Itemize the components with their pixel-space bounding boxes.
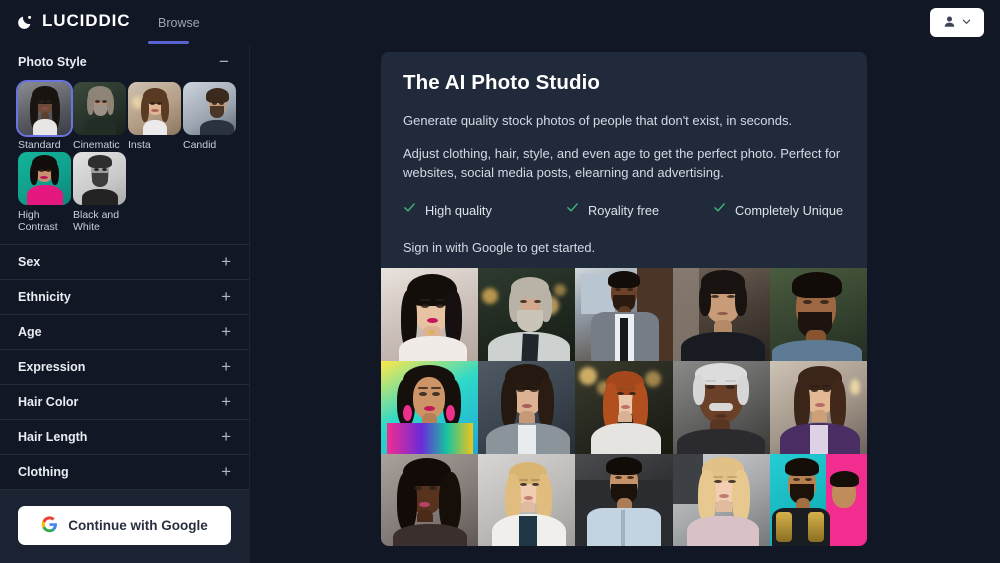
photo-style-thumb (73, 151, 126, 205)
chevron-down-icon (961, 15, 972, 30)
plus-icon[interactable]: + (221, 288, 231, 305)
photo-style-thumb (128, 82, 181, 135)
sidebar-item-expression[interactable]: Expression + (0, 350, 249, 385)
gallery-photo[interactable] (478, 361, 576, 454)
nav-item-browse[interactable]: Browse (148, 0, 210, 45)
photo-style-thumb (18, 151, 71, 205)
plus-icon[interactable]: + (221, 463, 231, 480)
photo-style-option-insta[interactable]: Insta (128, 82, 183, 152)
photo-style-option-cinematic[interactable]: Cinematic (73, 82, 128, 152)
plus-icon[interactable]: + (221, 253, 231, 270)
photo-style-option-candid[interactable]: Candid (183, 82, 238, 152)
gallery-photo[interactable] (381, 268, 479, 361)
plus-icon[interactable]: + (221, 393, 231, 410)
sidebar-item-age[interactable]: Age + (0, 315, 249, 350)
account-menu-button[interactable] (930, 8, 984, 37)
sidebar-signin-area: Continue with Google (0, 489, 249, 563)
section-photo-style-header[interactable]: Photo Style − (0, 45, 249, 78)
photo-style-label: High Contrast (18, 208, 58, 234)
sidebar-item-hair-color[interactable]: Hair Color + (0, 385, 249, 420)
sidebar-item-label: Expression (18, 359, 86, 374)
sidebar-item-label: Hair Color (18, 394, 79, 409)
nav-active-indicator (148, 41, 189, 44)
gallery-photo[interactable] (575, 361, 673, 454)
promo-card-body: The AI Photo Studio Generate quality sto… (381, 52, 867, 255)
promo-paragraph-1: Generate quality stock photos of people … (403, 113, 793, 128)
gallery-photo[interactable] (769, 454, 867, 546)
promo-card: The AI Photo Studio Generate quality sto… (381, 52, 867, 546)
gallery-photo[interactable] (381, 454, 479, 546)
check-icon (566, 201, 579, 219)
main-nav: Browse (148, 0, 210, 45)
gallery-photo[interactable] (672, 268, 770, 361)
photo-style-label: Standard (18, 139, 61, 151)
page-title: The AI Photo Studio (403, 71, 601, 94)
gallery-photo[interactable] (575, 454, 673, 546)
photo-style-grid: Standard Cinematic Insta Candid High Con… (0, 78, 249, 244)
photo-style-option-standard[interactable]: Standard (18, 82, 73, 152)
gallery-photo[interactable] (478, 454, 576, 546)
photo-style-option-black-and-white[interactable]: Black and White (73, 151, 128, 234)
sidebar-item-sex[interactable]: Sex + (0, 245, 249, 280)
main-content: The AI Photo Studio Generate quality sto… (250, 45, 1000, 563)
photo-style-thumb (18, 82, 71, 135)
plus-icon[interactable]: + (221, 428, 231, 445)
nav-item-browse-label: Browse (158, 15, 200, 30)
photo-style-option-high-contrast[interactable]: High Contrast (18, 151, 73, 234)
app-root: LUCIDDIC Browse Photo Style − Standard C… (0, 0, 1000, 563)
sidebar-item-label: Hair Length (18, 429, 88, 444)
sidebar-item-label: Age (18, 324, 42, 339)
feature-list: High quality Royality free Completely Un… (403, 201, 845, 219)
feature-item-completely-unique: Completely Unique (713, 201, 843, 219)
gallery-photo[interactable] (769, 361, 867, 454)
signin-note: Sign in with Google to get started. (403, 240, 596, 255)
feature-label: Royality free (588, 202, 660, 218)
gallery-photo[interactable] (381, 361, 479, 454)
photo-style-thumb (183, 82, 236, 135)
brand-name: LUCIDDIC (42, 11, 131, 30)
photo-style-label: Cinematic (73, 139, 120, 151)
minus-icon[interactable]: − (217, 53, 231, 70)
plus-icon[interactable]: + (221, 323, 231, 340)
feature-label: Completely Unique (735, 202, 844, 218)
check-icon (403, 201, 416, 219)
photo-style-label: Black and White (73, 208, 120, 234)
continue-with-google-label: Continue with Google (68, 518, 208, 533)
promo-paragraph-2: Adjust clothing, hair, style, and even a… (403, 146, 841, 180)
moon-icon (18, 13, 35, 30)
check-icon (713, 201, 726, 219)
person-icon (943, 15, 956, 31)
sidebar-item-label: Ethnicity (18, 289, 71, 304)
sidebar-item-hair-length[interactable]: Hair Length + (0, 420, 249, 455)
sidebar-item-label: Sex (18, 254, 41, 269)
gallery-photo[interactable] (672, 361, 770, 454)
top-bar: LUCIDDIC Browse (0, 0, 1000, 45)
continue-with-google-button[interactable]: Continue with Google (18, 506, 231, 545)
sidebar-item-clothing[interactable]: Clothing + (0, 455, 249, 489)
sidebar-scroll-area: Photo Style − Standard Cinematic Insta C… (0, 45, 249, 489)
feature-label: High quality (425, 202, 492, 218)
section-photo-style-title: Photo Style (18, 54, 87, 69)
feature-item-royality-free: Royality free (566, 201, 713, 219)
sidebar-item-ethnicity[interactable]: Ethnicity + (0, 280, 249, 315)
sidebar: Photo Style − Standard Cinematic Insta C… (0, 45, 250, 563)
photo-gallery-grid (381, 268, 867, 546)
photo-style-label: Insta (128, 139, 151, 151)
brand-logo[interactable]: LUCIDDIC (18, 11, 130, 31)
gallery-photo[interactable] (575, 268, 673, 361)
photo-style-label: Candid (183, 139, 217, 151)
feature-item-high-quality: High quality (403, 201, 566, 219)
sidebar-item-label: Clothing (18, 464, 69, 479)
gallery-photo[interactable] (769, 268, 867, 361)
gallery-photo[interactable] (672, 454, 770, 546)
google-icon (41, 515, 58, 536)
plus-icon[interactable]: + (221, 358, 231, 375)
photo-style-thumb (73, 82, 126, 135)
gallery-photo[interactable] (478, 268, 576, 361)
